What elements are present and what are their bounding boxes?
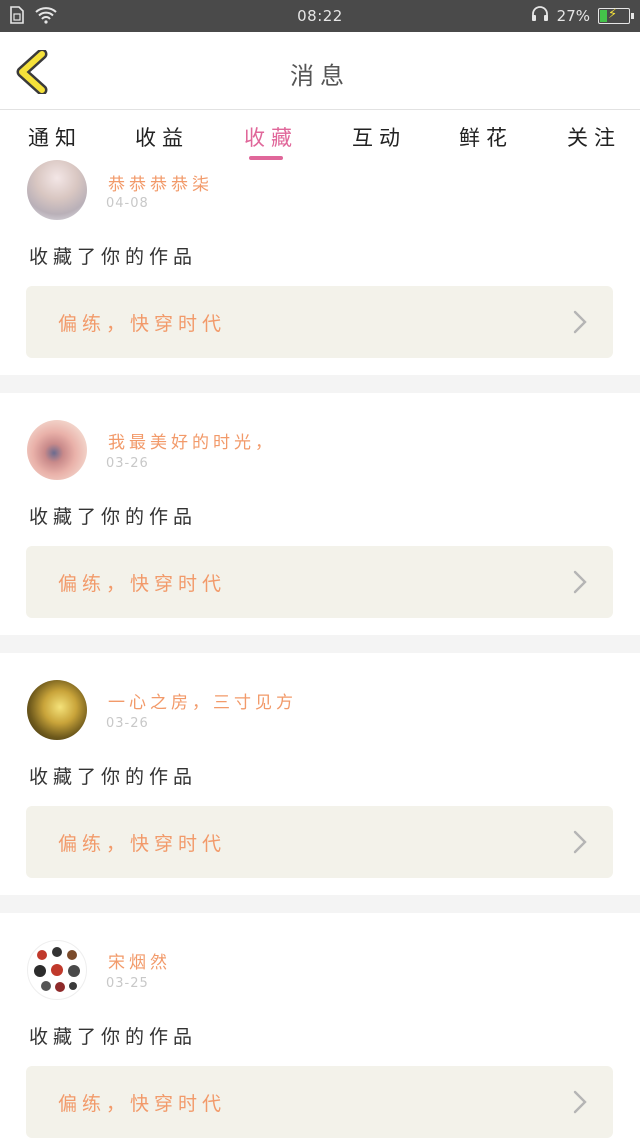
date: 03-25 <box>106 976 149 991</box>
avatar[interactable] <box>27 680 87 740</box>
work-title: 偏练，快穿时代 <box>58 573 227 595</box>
date: 03-26 <box>106 716 149 731</box>
divider <box>0 895 640 913</box>
cartoon-figures-image <box>34 947 80 992</box>
username[interactable]: 恭恭恭恭柒 <box>108 170 213 195</box>
tab-favorites[interactable]: 收藏 <box>244 122 298 152</box>
date: 03-26 <box>106 456 149 471</box>
date: 04-08 <box>106 196 149 211</box>
tab-flowers[interactable]: 鲜花 <box>459 122 513 152</box>
work-title: 偏练，快穿时代 <box>58 1093 227 1115</box>
work-card[interactable]: 偏练，快穿时代 <box>26 546 613 618</box>
action-text: 收藏了你的作品 <box>29 1026 198 1048</box>
tab-notifications[interactable]: 通知 <box>28 122 82 152</box>
status-bar: 08:22 27% ⚡ <box>0 0 640 32</box>
chevron-right-icon <box>573 1090 587 1114</box>
page-title: 消息 <box>290 62 350 90</box>
battery-icon: ⚡ <box>598 7 634 24</box>
avatar[interactable] <box>27 420 87 480</box>
headset-icon <box>531 5 549 27</box>
action-text: 收藏了你的作品 <box>29 506 198 528</box>
tab-follows[interactable]: 关注 <box>567 122 621 152</box>
list-item: 一心之房，三寸见方 03-26 收藏了你的作品 偏练，快穿时代 <box>0 653 640 878</box>
avatar[interactable] <box>27 160 87 220</box>
chevron-right-icon <box>573 830 587 854</box>
divider <box>0 635 640 653</box>
work-card[interactable]: 偏练，快穿时代 <box>26 806 613 878</box>
chevron-right-icon <box>573 310 587 334</box>
work-title: 偏练，快穿时代 <box>58 833 227 855</box>
tab-bar: 通知 收益 收藏 互动 鲜花 关注 <box>0 110 640 160</box>
work-title: 偏练，快穿时代 <box>58 313 227 335</box>
battery-percent: 27% <box>556 7 590 25</box>
username[interactable]: 一心之房，三寸见方 <box>108 688 297 713</box>
work-card[interactable]: 偏练，快穿时代 <box>26 286 613 358</box>
chevron-right-icon <box>573 570 587 594</box>
avatar[interactable] <box>27 940 87 1000</box>
action-text: 收藏了你的作品 <box>29 766 198 788</box>
list-item: 宋烟然 03-25 收藏了你的作品 偏练，快穿时代 <box>0 913 640 1138</box>
work-card[interactable]: 偏练，快穿时代 <box>26 1066 613 1138</box>
list-item: 我最美好的时光， 03-26 收藏了你的作品 偏练，快穿时代 <box>0 393 640 618</box>
divider <box>0 375 640 393</box>
list-item: 恭恭恭恭柒 04-08 收藏了你的作品 偏练，快穿时代 <box>0 160 640 375</box>
header: 消息 <box>0 32 640 110</box>
tab-interactions[interactable]: 互动 <box>352 122 406 152</box>
username[interactable]: 宋烟然 <box>108 948 171 973</box>
tab-earnings[interactable]: 收益 <box>135 122 189 152</box>
action-text: 收藏了你的作品 <box>29 246 198 268</box>
username[interactable]: 我最美好的时光， <box>108 428 276 453</box>
